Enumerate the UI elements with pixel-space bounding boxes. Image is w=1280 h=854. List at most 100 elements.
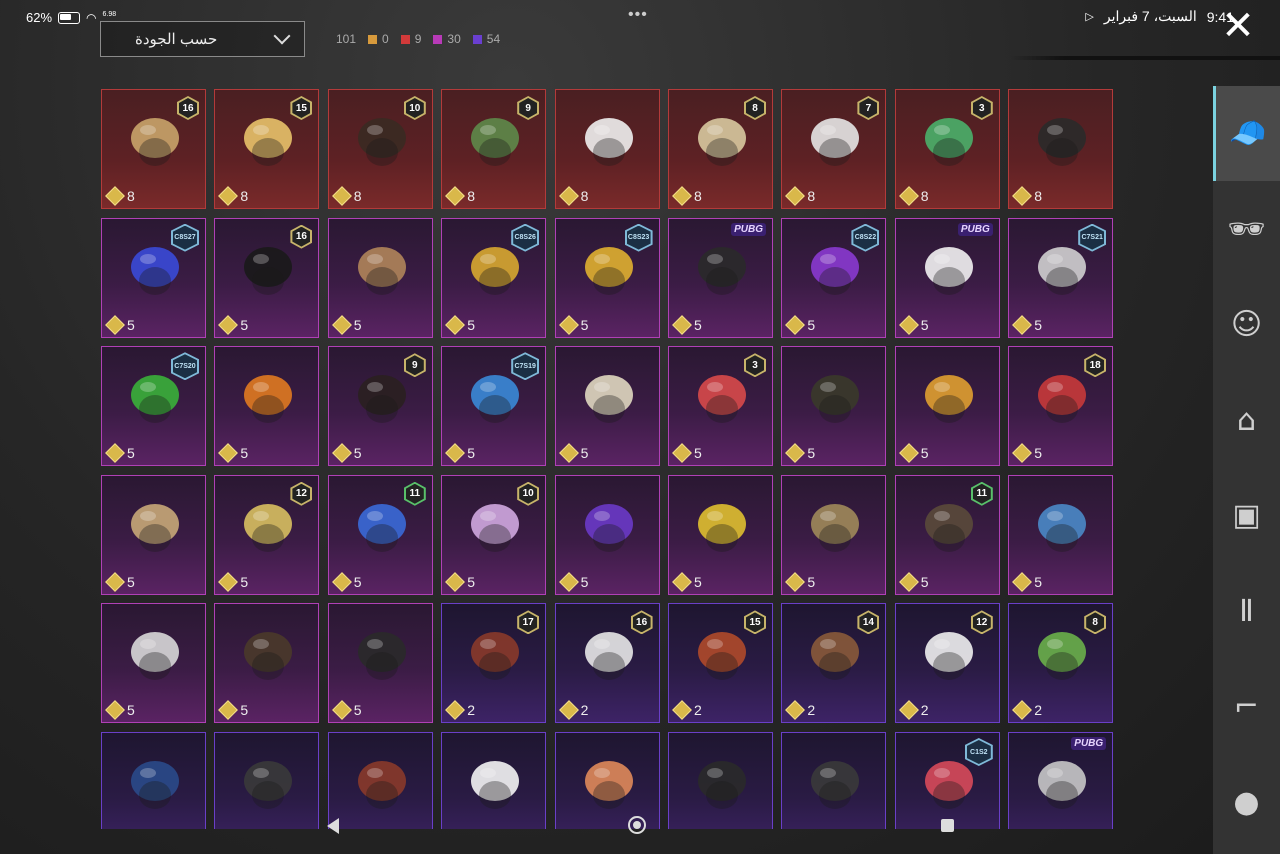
item-card[interactable]: 95 — [327, 346, 433, 467]
item-card[interactable]: 5 — [894, 346, 1000, 467]
item-card[interactable]: 10 8 — [327, 89, 433, 209]
season-badge-label: C8S23 — [626, 225, 651, 250]
item-cost: 5 — [105, 314, 135, 335]
item-card[interactable]: 35 — [668, 346, 773, 467]
home-icon[interactable] — [628, 816, 646, 834]
season-badge-label: C8S26 — [513, 225, 538, 250]
level-badge-value: 8 — [746, 98, 764, 118]
item-card[interactable]: 38 — [894, 89, 1000, 209]
item-card[interactable]: 5 — [781, 346, 887, 467]
shoes-tab[interactable]: ⌐ — [1213, 659, 1280, 754]
item-card[interactable]: PUBG 5 — [668, 217, 773, 338]
item-card[interactable]: 5 — [214, 603, 320, 724]
cap-goggles-icon — [691, 237, 753, 303]
item-card[interactable]: 98 — [441, 89, 547, 209]
rarity-count-value: 9 — [414, 32, 422, 46]
pants-tab[interactable]: Ⅱ — [1213, 564, 1280, 659]
item-cost-value: 8 — [580, 188, 589, 204]
item-card[interactable]: 5 — [554, 474, 660, 595]
item-card[interactable]: 5 — [101, 474, 206, 595]
blonde-bob-hair-icon — [691, 108, 753, 174]
item-card[interactable]: 18 5 — [1008, 346, 1113, 467]
level-badge-value: 9 — [405, 355, 424, 376]
item-card[interactable]: C8S22 5 — [781, 217, 887, 338]
jacket-icon: ⌂ — [1236, 402, 1257, 438]
accessory-tab[interactable]: ● — [1213, 755, 1280, 850]
item-card[interactable]: 5 — [781, 474, 887, 595]
item-card[interactable]: 5 — [214, 346, 320, 467]
camera-helmet-icon — [918, 494, 980, 560]
item-card[interactable]: 82 — [1008, 603, 1113, 724]
goggles-red-hair-icon — [351, 751, 413, 817]
level-badge-value: 17 — [519, 612, 538, 633]
item-cost-value: 5 — [694, 445, 702, 462]
item-card[interactable]: 16 2 — [554, 603, 660, 724]
level-badge-value: 3 — [746, 355, 764, 376]
brand-badge: PUBG — [957, 222, 993, 236]
top-tab[interactable]: ⌂ — [1213, 373, 1280, 468]
goggle-cap-hair-icon — [124, 108, 186, 174]
bucket-hat-icon — [804, 751, 866, 817]
rarity-swatch — [472, 34, 482, 44]
item-card[interactable]: 5 — [1008, 474, 1113, 595]
item-card[interactable]: 5 — [101, 603, 206, 724]
gold-crown-mask-icon — [691, 494, 753, 560]
item-cost: 5 — [1012, 314, 1042, 335]
item-card[interactable]: C7S20 5 — [101, 346, 206, 467]
item-card[interactable]: 5 — [327, 217, 433, 338]
item-card[interactable]: 11 5 — [894, 474, 1000, 595]
item-cost: 5 — [898, 314, 929, 335]
item-card[interactable]: 5 — [554, 346, 660, 467]
item-card[interactable]: C8S23 5 — [554, 217, 660, 338]
item-cost-value: 5 — [1034, 316, 1042, 333]
item-cost: 5 — [218, 314, 248, 335]
level-badge-value: 11 — [405, 483, 424, 504]
level-badge-value: 18 — [1086, 355, 1105, 376]
item-cost: 8 — [331, 186, 362, 206]
backpack-tab[interactable]: ▣ — [1213, 468, 1280, 563]
item-card[interactable]: 10 5 — [441, 474, 547, 595]
item-card[interactable]: 8 — [1008, 89, 1113, 209]
close-icon[interactable]: ✕ — [1220, 6, 1256, 46]
sort-dropdown[interactable]: حسب الجودة — [100, 21, 305, 57]
item-card[interactable]: 16 5 — [214, 217, 320, 338]
divider — [1010, 56, 1280, 60]
rarity-swatch — [433, 34, 443, 44]
currency-diamond-icon — [105, 443, 125, 464]
more-dots-icon[interactable]: ••• — [628, 6, 648, 24]
item-cost: 5 — [672, 571, 702, 592]
item-card[interactable]: C7S19 5 — [441, 346, 547, 467]
mask-tab[interactable]: ☺ — [1213, 277, 1280, 372]
item-card[interactable]: C8S26 5 — [441, 217, 547, 338]
item-card[interactable]: 5 — [327, 603, 433, 724]
item-cost-value: 5 — [240, 445, 249, 462]
item-card[interactable]: 12 5 — [214, 474, 320, 595]
visor-helmet-icon — [237, 751, 299, 817]
item-card[interactable]: PUBG 5 — [894, 217, 1000, 338]
antler-headband-icon — [237, 622, 299, 688]
item-card[interactable]: 88 — [668, 89, 773, 209]
glasses-icon: 🕶 — [1227, 211, 1266, 247]
item-card[interactable]: 78 — [781, 89, 887, 209]
item-card[interactable]: 16 8 — [101, 89, 206, 209]
item-card[interactable]: 14 2 — [781, 603, 887, 724]
currency-diamond-icon — [898, 314, 919, 335]
currency-diamond-icon — [218, 443, 239, 464]
item-card[interactable]: 15 8 — [214, 89, 320, 209]
item-card[interactable]: C8S27 5 — [101, 217, 206, 338]
item-card[interactable]: 8 — [554, 89, 660, 209]
pink-helmet-icon — [464, 494, 526, 560]
item-cost: 5 — [785, 443, 815, 464]
item-card[interactable]: 17 2 — [441, 603, 547, 724]
item-card[interactable]: 15 2 — [668, 603, 773, 724]
recent-apps-icon[interactable] — [941, 819, 954, 832]
eyewear-tab[interactable]: 🕶 — [1213, 182, 1280, 277]
date-text: السبت، 7 فبراير — [1103, 8, 1197, 24]
headwear-tab[interactable]: 🧢 — [1213, 86, 1280, 181]
item-card[interactable]: 12 2 — [894, 603, 1000, 724]
item-card[interactable]: C7S21 5 — [1008, 217, 1113, 338]
item-cost: 2 — [785, 700, 815, 721]
item-card[interactable]: 11 5 — [327, 474, 433, 595]
item-card[interactable]: 5 — [668, 474, 773, 595]
back-icon[interactable] — [327, 818, 339, 834]
